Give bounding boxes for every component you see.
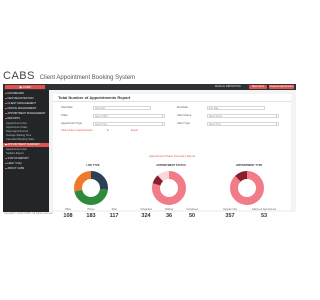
donut-chart-appointment-status[interactable] [149, 170, 189, 206]
sidebar-item-label: STATUS REPORT [7, 157, 29, 160]
app-title-full: Client Appointment Booking System [39, 75, 136, 81]
start-date-label: Start Date [61, 106, 73, 109]
client-type-label: Client Type [177, 122, 190, 125]
donut-chart-live-type[interactable] [71, 170, 111, 206]
stat-value: 324 [141, 213, 151, 219]
bullet-icon [5, 107, 7, 110]
sidebar-item-client-management[interactable]: CLIENT MANAGEMENT [3, 102, 49, 106]
stat-label: Office [64, 208, 72, 211]
footer-copyright: Copyright © 2022 CABS. All rights reserv… [4, 212, 53, 215]
panel-heading: Total Number of Appointments Report [53, 94, 291, 102]
stat-label: Phone [87, 208, 95, 211]
stat-value: 108 [63, 213, 73, 219]
stat-label: Completed [186, 208, 198, 211]
bullet-icon [5, 143, 7, 146]
app-title: CABS Client Appointment Booking System [3, 70, 203, 82]
chart-title-live-type: LIVE TYPE [86, 164, 100, 167]
sidebar-item-label: DASHBOARD [7, 92, 24, 95]
sidebar-item-label: REPORTS [7, 117, 21, 120]
sidebar-item-label: OFFICE MANAGEMENT [7, 107, 37, 110]
page-title: Total Number of Appointments Report [58, 95, 131, 100]
end-date-label: End Date [177, 106, 188, 109]
sidebar-item-office-management[interactable]: OFFICE MANAGEMENT [3, 107, 49, 111]
sidebar-item-dashboard[interactable]: DASHBOARD [3, 92, 49, 96]
request-appointment-button[interactable]: Request Appointment [269, 85, 294, 89]
sidebar-item-appointment-summary[interactable]: APPOINTMENT SUMMARY [3, 143, 49, 147]
chart-title-appointment-type: APPOINTMENT TYPE [235, 164, 263, 167]
bullet-icon [5, 157, 7, 160]
end-date-input[interactable]: End Date [207, 106, 265, 110]
bullet-icon [5, 112, 7, 115]
stat-value: 183 [86, 213, 96, 219]
chart-title-appointment-status: APPOINTMENT STATUS [156, 164, 186, 167]
bullet-icon [5, 167, 7, 170]
sidebar: DASHBOARD NEW REGISTRATION CLIENT MANAGE… [3, 90, 49, 212]
appointment-type-select[interactable]: Select Type [93, 122, 165, 126]
sidebar-item-label: CLIENT MANAGEMENT [7, 102, 37, 105]
stat-label: Follow-up Appointment [251, 208, 277, 211]
export-link[interactable]: Export [131, 129, 138, 133]
start-date-input[interactable]: Start Date [93, 106, 151, 110]
sidebar-item-label: ABOUT CABS [7, 167, 25, 170]
office-select[interactable]: Select Office [93, 114, 165, 118]
stat-value: 357 [225, 213, 235, 219]
stat-value: 117 [109, 213, 119, 219]
sidebar-item-label: APPOINTMENT SUMMARY [7, 143, 41, 146]
stat-value: 50 [188, 213, 196, 219]
bullet-icon [5, 117, 7, 120]
bullet-icon [5, 92, 7, 95]
sidebar-subitem-statistic-report[interactable]: Statistic Report [3, 152, 49, 156]
sidebar-item-reports[interactable]: REPORTS [3, 117, 49, 121]
sidebar-item-help[interactable]: HELP / FAQ [3, 162, 49, 166]
stat-label: Total [111, 208, 117, 211]
sidebar-item-about[interactable]: ABOUT CABS [3, 167, 49, 171]
stat-label: Waiting [165, 208, 173, 211]
total-appointments-label: Total number of appointments [61, 129, 93, 132]
bullet-icon [5, 97, 7, 100]
stat-value: 53 [260, 213, 268, 219]
new-client-button[interactable]: New Client [249, 85, 267, 89]
sidebar-item-appointment-management[interactable]: APPOINTMENT MANAGEMENT [3, 112, 49, 116]
app-logo[interactable]: ◉ CABS [5, 85, 45, 89]
client-name-select[interactable]: Select Client [207, 114, 279, 118]
bullet-icon [5, 102, 7, 105]
office-label: Office [61, 114, 68, 117]
app-window: ◉ CABS MANUAL REPORTING New Client Reque… [3, 84, 296, 219]
app-title-abbr: CABS [3, 70, 35, 82]
report-panel: Total Number of Appointments Report Star… [53, 94, 291, 219]
bullet-icon [5, 162, 7, 165]
stat-value: 36 [165, 213, 173, 219]
total-appointments-value: 0 [107, 129, 109, 132]
donut-chart-appointment-type[interactable] [227, 170, 267, 206]
stat-label: Scheduled [140, 208, 152, 211]
user-name[interactable]: MANUAL REPORTING [215, 85, 245, 89]
sidebar-item-new-registration[interactable]: NEW REGISTRATION [3, 97, 49, 101]
sidebar-item-label: HELP / FAQ [7, 162, 22, 165]
sidebar-item-status-report[interactable]: STATUS REPORT [3, 157, 49, 161]
stat-label: Regular Visit [223, 208, 237, 211]
sidebar-item-label: APPOINTMENT MANAGEMENT [7, 112, 46, 115]
client-name-label: Client Name [177, 114, 192, 117]
client-type-select[interactable]: Select Type [207, 122, 279, 126]
sidebar-subitem-cancelled-booking-stats[interactable]: Cancelled Booking Stats [3, 138, 49, 142]
summary-title: Appointment Status Summary Report [148, 154, 196, 158]
appointment-type-label: Appointment Type [61, 122, 82, 125]
sidebar-item-label: NEW REGISTRATION [7, 97, 34, 100]
